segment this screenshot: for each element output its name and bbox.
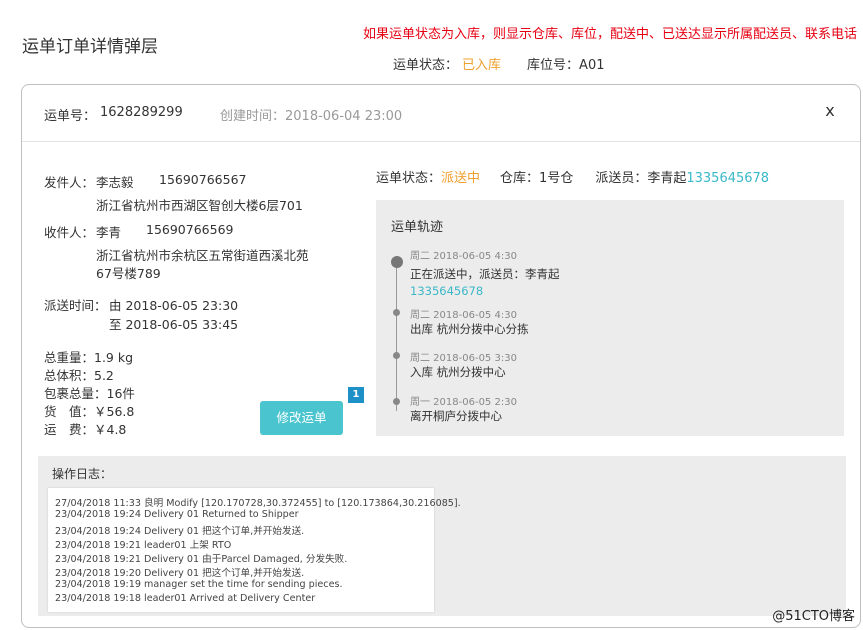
close-button[interactable]: x — [822, 101, 838, 121]
location-label: 库位号： — [527, 58, 580, 73]
warehouse-value: 1号仓 — [539, 171, 574, 186]
track-event-time: 周二 2018-06-05 4:30 — [410, 310, 517, 321]
track-event-text: 离开桐庐分拨中心 — [410, 409, 502, 423]
sender-phone: 15690766567 — [159, 172, 247, 187]
status-label: 运单状态： — [393, 58, 459, 73]
order-number: 1628289299 — [100, 105, 183, 120]
status-value: 已入库 — [462, 58, 502, 73]
edit-waybill-button[interactable]: 修改运单 — [260, 401, 343, 435]
waybill-status-label: 运单状态： — [376, 171, 442, 186]
log-entry: 23/04/2018 19:19 manager set the time fo… — [55, 579, 343, 590]
waybill-status-value: 派送中 — [441, 171, 481, 186]
delivery-time-from: 由 2018-06-05 23:30 — [109, 298, 239, 313]
status-summary: 运单状态： 已入库 库位号：A01 — [393, 54, 604, 73]
log-entry: 23/04/2018 19:24 Delivery 01 Returned to… — [55, 509, 299, 520]
track-event-text: 出库 杭州分拨中心分拣 — [410, 322, 529, 336]
warehouse-label: 仓库： — [500, 171, 540, 186]
close-icon: x — [825, 101, 835, 120]
courier-label: 派送员： — [595, 171, 648, 186]
receiver-name: 李青 — [96, 225, 122, 240]
log-entry: 23/04/2018 19:18 leader01 Arrived at Del… — [55, 593, 316, 604]
log-entry: 23/04/2018 19:20 Delivery 01 把这个订单,并开始发送… — [55, 568, 305, 579]
delivery-time-to: 至 2018-06-05 33:45 — [109, 317, 239, 332]
package-count: 包裹总量：16件 — [44, 386, 135, 401]
operation-log-panel: 操作日志： 27/04/2018 11:33 良明 Modify [120.17… — [38, 456, 846, 616]
timeline-line — [396, 262, 397, 411]
track-event-time: 周二 2018-06-05 4:30 — [410, 251, 517, 262]
created-time: 创建时间：2018-06-04 23:00 — [220, 105, 402, 124]
total-volume: 总体积：5.2 — [44, 368, 114, 383]
modal-header: 运单号： 1628289299 创建时间：2018-06-04 23:00 x — [22, 85, 860, 142]
operation-log-list[interactable]: 27/04/2018 11:33 良明 Modify [120.170728,3… — [48, 488, 461, 612]
operation-log-title: 操作日志： — [52, 467, 113, 481]
timeline-dot — [393, 398, 400, 405]
delivery-time-label: 派送时间： — [44, 298, 107, 313]
track-event-text: 入库 杭州分拨中心 — [410, 365, 506, 379]
watermark: @51CTO博客 — [772, 609, 855, 624]
track-event-text: 正在派送中，派送员：李青起 — [410, 267, 560, 281]
courier-phone[interactable]: 1335645678 — [686, 171, 769, 186]
sender-label: 发件人： — [44, 175, 95, 190]
receiver-phone: 15690766569 — [146, 222, 234, 237]
receiver-label: 收件人： — [44, 225, 95, 240]
order-detail-modal: 运单号： 1628289299 创建时间：2018-06-04 23:00 x … — [21, 84, 861, 628]
receiver-address-line2: 67号楼789 — [96, 266, 161, 281]
design-note: 如果运单状态为入库，则显示仓库、库位，配送中、已送达显示所属配送员、联系电话 — [362, 27, 857, 42]
notification-badge: 1 — [348, 387, 364, 403]
timeline-dot — [393, 309, 400, 316]
page-title: 运单订单详情弹层 — [22, 37, 158, 57]
track-event-time: 周一 2018-06-05 2:30 — [410, 397, 517, 408]
shipping-fee: 运 费：￥4.8 — [44, 422, 127, 437]
sender-address: 浙江省杭州市西湖区智创大楼6层701 — [96, 198, 303, 213]
waybill-status-row: 运单状态：派送中 仓库：1号仓 派送员：李青起1335645678 — [376, 167, 769, 186]
order-number-label: 运单号： — [44, 109, 97, 124]
tracking-panel: 运单轨迹 周二 2018-06-05 4:30 正在派送中，派送员：李青起 13… — [376, 200, 844, 436]
log-entry: 27/04/2018 11:33 良明 Modify [120.170728,3… — [55, 498, 461, 509]
log-entry: 23/04/2018 19:21 Delivery 01 由于Parcel Da… — [55, 554, 348, 565]
goods-value: 货 值：￥56.8 — [44, 404, 135, 419]
sender-name: 李志毅 — [96, 175, 134, 190]
timeline-dot-current — [391, 256, 403, 268]
created-value: 2018-06-04 23:00 — [285, 109, 403, 124]
receiver-address-line1: 浙江省杭州市余杭区五常街道西溪北苑 — [96, 248, 309, 263]
courier-name: 李青起 — [647, 171, 687, 186]
total-weight: 总重量：1.9 kg — [44, 350, 134, 365]
track-event-time: 周二 2018-06-05 3:30 — [410, 353, 517, 364]
log-entry: 23/04/2018 19:24 Delivery 01 把这个订单,并开始发送… — [55, 526, 305, 537]
track-event-phone[interactable]: 1335645678 — [410, 284, 483, 298]
created-label: 创建时间： — [220, 109, 286, 124]
location-value: A01 — [579, 58, 605, 73]
log-entry: 23/04/2018 19:21 leader01 上架 RTO — [55, 540, 232, 551]
timeline-dot — [393, 352, 400, 359]
tracking-title: 运单轨迹 — [391, 220, 444, 235]
